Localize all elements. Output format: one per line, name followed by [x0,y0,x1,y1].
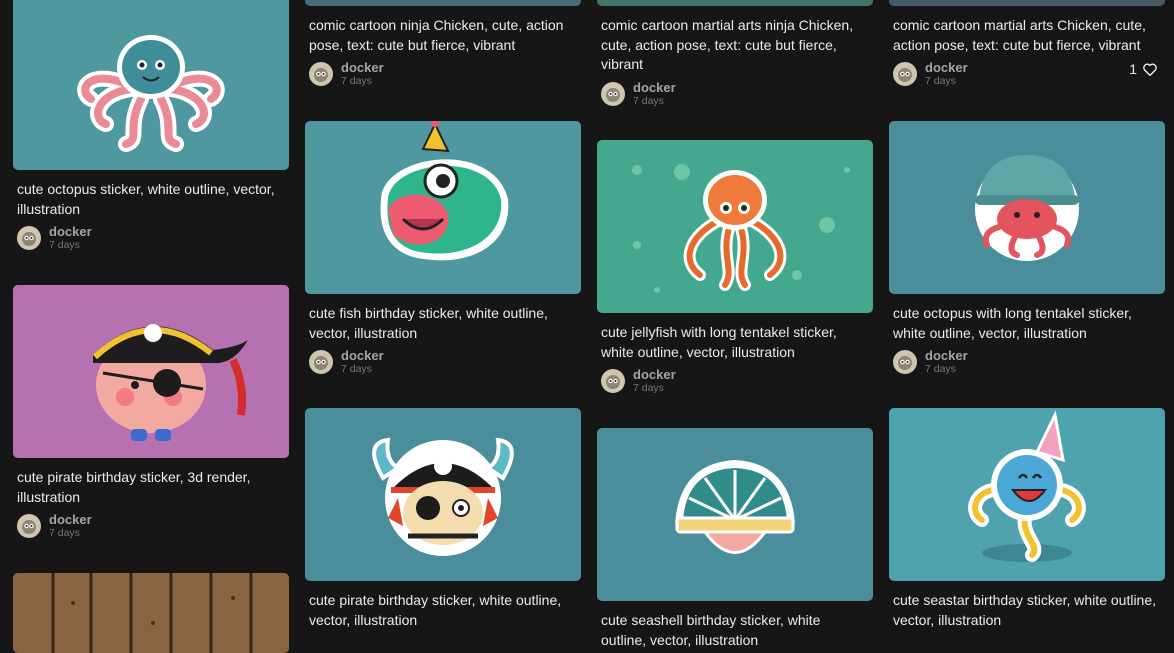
image-thumbnail[interactable] [597,140,873,313]
image-caption: comic cartoon ninja Chicken, cute, actio… [309,17,564,53]
like-button[interactable]: 1 [1129,61,1157,77]
owl-avatar-icon[interactable] [601,81,625,106]
post-age: 7 days [633,382,664,394]
image-card[interactable]: cute pirate birthday sticker, white outl… [305,408,581,630]
image-thumbnail[interactable] [597,0,873,6]
image-card[interactable]: cute pirate birthday sticker, 3d render,… [13,285,289,539]
image-caption: comic cartoon martial arts ninja Chicken… [601,17,854,72]
image-card[interactable]: cute seastar birthday sticker, white out… [889,408,1165,630]
author-name[interactable]: docker [633,80,676,95]
image-card[interactable] [13,573,289,653]
image-card[interactable]: comic cartoon ninja Chicken, cute, actio… [305,0,581,87]
image-thumbnail[interactable] [597,428,873,601]
owl-avatar-icon[interactable] [893,62,917,86]
image-caption: cute octopus with long tentakel sticker,… [893,305,1132,341]
image-thumbnail[interactable] [13,0,289,170]
post-age: 7 days [925,363,956,375]
owl-avatar-icon[interactable] [309,62,333,86]
image-card[interactable]: cute octopus sticker, white outline, vec… [13,0,289,251]
heart-icon[interactable] [1143,63,1157,76]
image-caption: cute seastar birthday sticker, white out… [893,592,1157,628]
owl-avatar-icon[interactable] [17,226,41,250]
author-name[interactable]: docker [341,349,384,363]
like-count: 1 [1129,61,1137,77]
author-row[interactable]: docker 7 days [17,225,285,251]
image-thumbnail[interactable] [305,0,581,6]
post-age: 7 days [49,527,80,539]
image-thumbnail[interactable] [889,408,1165,581]
image-card[interactable]: cute seashell birthday sticker, white ou… [597,428,873,650]
author-row[interactable]: docker 7 days [893,349,1161,375]
author-row[interactable]: docker 7 days [309,349,577,375]
image-thumbnail[interactable] [889,0,1165,6]
author-row[interactable]: docker 7 days [601,368,869,394]
image-caption: cute jellyfish with long tentakel sticke… [601,324,837,360]
image-caption: cute fish birthday sticker, white outlin… [309,305,548,341]
image-thumbnail[interactable] [305,121,581,294]
author-row[interactable]: docker 7 days [309,61,577,87]
author-name[interactable]: docker [925,349,968,363]
image-thumbnail[interactable] [889,121,1165,294]
image-thumbnail[interactable] [13,285,289,458]
image-caption: cute octopus sticker, white outline, vec… [17,181,275,217]
author-name[interactable]: docker [633,368,676,382]
owl-avatar-icon[interactable] [309,350,333,374]
image-card[interactable]: cute jellyfish with long tentakel sticke… [597,140,873,394]
post-age: 7 days [341,75,372,87]
post-age: 7 days [633,94,664,107]
image-thumbnail[interactable] [305,408,581,581]
post-age: 7 days [341,363,372,375]
author-row[interactable]: docker 7 days [601,80,869,107]
owl-avatar-icon[interactable] [17,514,41,538]
author-name[interactable]: docker [49,225,92,239]
post-age: 7 days [49,239,80,251]
image-thumbnail[interactable] [13,573,289,653]
image-card[interactable]: comic cartoon martial arts ninja Chicken… [597,0,873,107]
image-caption: cute pirate birthday sticker, 3d render,… [17,469,251,505]
owl-avatar-icon[interactable] [601,369,625,393]
image-card[interactable]: cute octopus with long tentakel sticker,… [889,121,1165,375]
author-name[interactable]: docker [925,61,968,75]
owl-avatar-icon[interactable] [893,350,917,374]
image-card[interactable]: cute fish birthday sticker, white outlin… [305,121,581,375]
image-caption: cute pirate birthday sticker, white outl… [309,592,562,628]
post-age: 7 days [925,75,956,87]
author-name[interactable]: docker [341,61,384,75]
author-name[interactable]: docker [49,513,92,527]
author-row[interactable]: docker 7 days [17,513,285,539]
image-card[interactable]: comic cartoon martial arts Chicken, cute… [889,0,1165,87]
author-row[interactable]: docker 7 days 1 [893,61,1161,87]
image-caption: cute seashell birthday sticker, white ou… [601,612,821,648]
image-caption: comic cartoon martial arts Chicken, cute… [893,17,1146,53]
